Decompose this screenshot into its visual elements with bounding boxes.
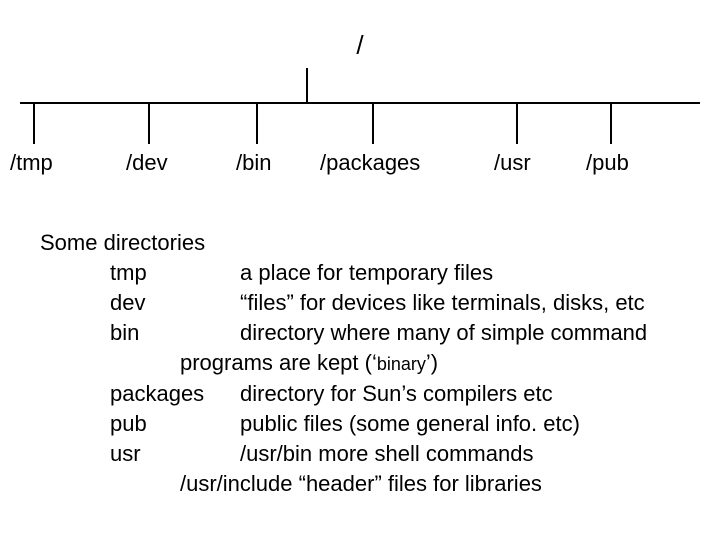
caption-row-desc: a place for temporary files bbox=[240, 260, 493, 285]
caption-block: Some directories tmpa place for temporar… bbox=[40, 228, 647, 499]
caption-row-name: pub bbox=[110, 409, 240, 439]
tree-drop bbox=[148, 102, 150, 144]
caption-row: dev“files” for devices like terminals, d… bbox=[40, 288, 647, 318]
caption-row: /usr/include “header” files for librarie… bbox=[40, 469, 647, 499]
tree-drop bbox=[610, 102, 612, 144]
caption-row: usr/usr/bin more shell commands bbox=[40, 439, 647, 469]
caption-row-tail2: ’) bbox=[426, 350, 438, 375]
tree-root-label: / bbox=[0, 30, 720, 61]
tree-drop bbox=[516, 102, 518, 144]
caption-row-desc: /usr/include “header” files for librarie… bbox=[180, 471, 542, 496]
caption-row-desc: programs are kept (‘ bbox=[180, 350, 377, 375]
caption-row: programs are kept (‘binary’) bbox=[40, 348, 647, 379]
caption-row-desc: public files (some general info. etc) bbox=[240, 411, 580, 436]
caption-row-desc: “files” for devices like terminals, disk… bbox=[240, 290, 645, 315]
tree-leaf-dev: /dev bbox=[126, 150, 168, 176]
caption-row-name: tmp bbox=[110, 258, 240, 288]
caption-row: pubpublic files (some general info. etc) bbox=[40, 409, 647, 439]
caption-row-desc: directory where many of simple command bbox=[240, 320, 647, 345]
caption-heading: Some directories bbox=[40, 228, 647, 258]
tree-leaf-bin: /bin bbox=[236, 150, 271, 176]
caption-row-desc: /usr/bin more shell commands bbox=[240, 441, 533, 466]
caption-row: packagesdirectory for Sun’s compilers et… bbox=[40, 379, 647, 409]
tree-stem bbox=[306, 68, 308, 102]
tree-leaf-pub: /pub bbox=[586, 150, 629, 176]
caption-row-name: dev bbox=[110, 288, 240, 318]
caption-row-desc: directory for Sun’s compilers etc bbox=[240, 381, 553, 406]
tree-horizontal-bar bbox=[20, 102, 700, 104]
tree-leaf-packages: /packages bbox=[320, 150, 420, 176]
directory-tree: / /tmp /dev /bin /packages /usr /pub bbox=[0, 0, 720, 190]
caption-row-name: bin bbox=[110, 318, 240, 348]
caption-row-name: packages bbox=[110, 379, 240, 409]
tree-drop bbox=[372, 102, 374, 144]
tree-drop bbox=[256, 102, 258, 144]
caption-row-name: usr bbox=[110, 439, 240, 469]
tree-leaf-usr: /usr bbox=[494, 150, 531, 176]
caption-row-tail: binary bbox=[377, 354, 426, 374]
tree-leaf-tmp: /tmp bbox=[10, 150, 53, 176]
caption-row: tmpa place for temporary files bbox=[40, 258, 647, 288]
tree-drop bbox=[33, 102, 35, 144]
caption-row: bindirectory where many of simple comman… bbox=[40, 318, 647, 348]
